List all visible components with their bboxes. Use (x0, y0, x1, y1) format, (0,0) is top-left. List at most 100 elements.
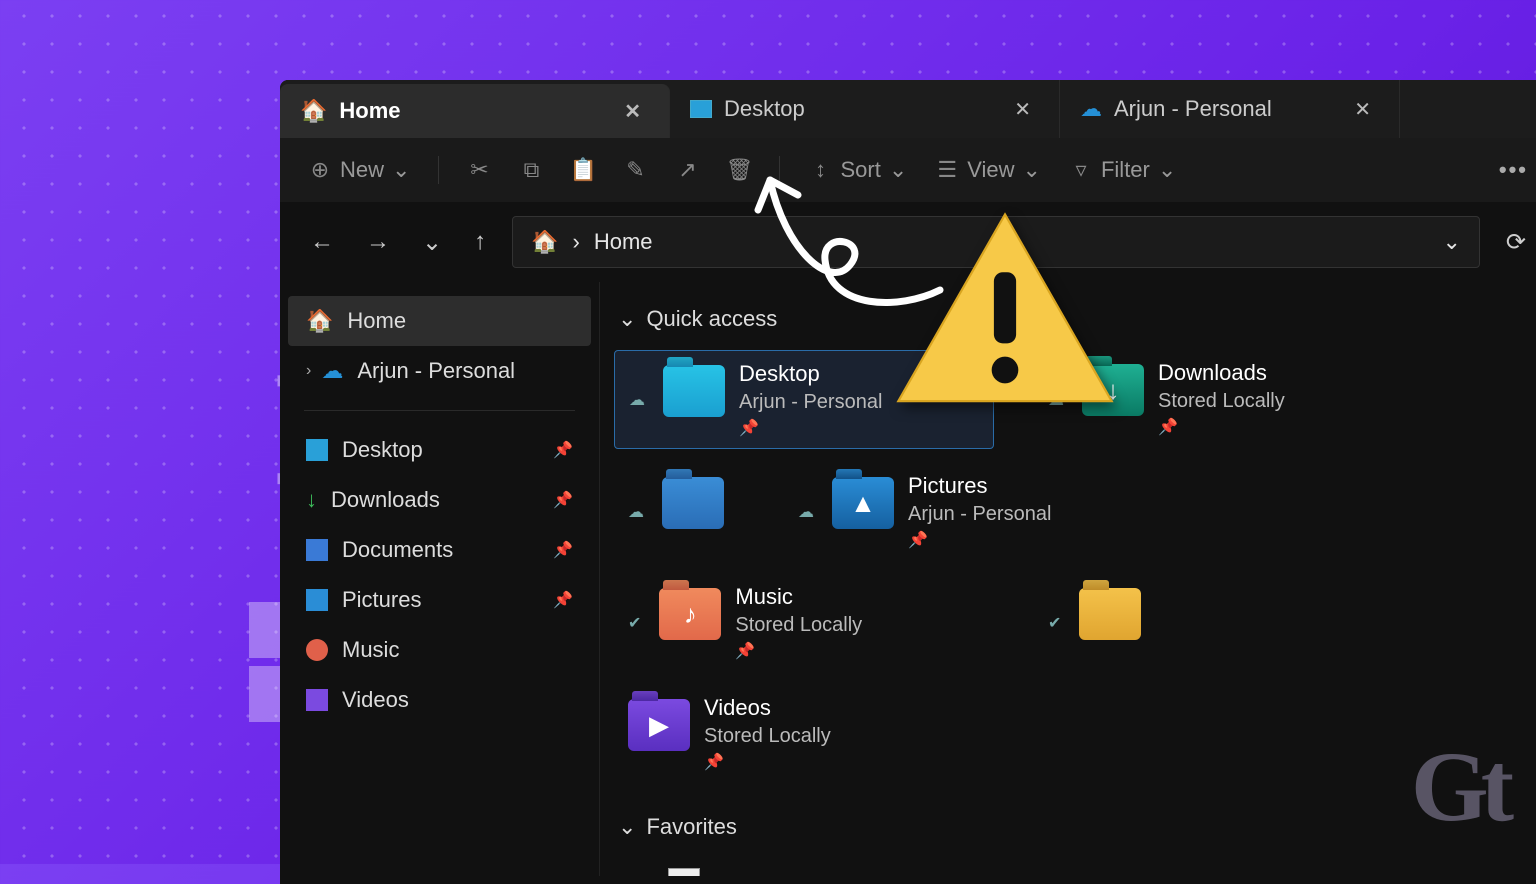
cut-icon[interactable]: ✂ (467, 158, 491, 182)
sidebar-item-home[interactable]: 🏠 Home (288, 296, 591, 346)
sidebar-item-label: Documents (342, 537, 453, 563)
close-tab-icon[interactable]: ✕ (1006, 93, 1039, 126)
tile-name: Music (735, 584, 862, 610)
home-icon: 🏠 (306, 308, 333, 334)
chevron-down-icon: ⌄ (1158, 157, 1176, 183)
sidebar-item-onedrive[interactable]: › ☁ Arjun - Personal (288, 346, 591, 396)
tile-name: Pictures (908, 473, 1051, 499)
paste-icon[interactable]: 📋 (571, 158, 595, 182)
filter-button[interactable]: ▿ Filter ⌄ (1069, 157, 1176, 183)
chevron-down-icon: ⌄ (1023, 157, 1041, 183)
pin-icon: 📌 (908, 530, 1051, 550)
pin-icon: 📌 (739, 418, 882, 438)
favorite-item[interactable]: ☁ Transcript and Degree (614, 858, 1536, 876)
close-tab-icon[interactable]: ✕ (1346, 93, 1379, 126)
recent-dropdown[interactable]: ⌄ (416, 222, 448, 263)
cloud-status-icon: ☁ (630, 875, 652, 876)
breadcrumb-separator: › (573, 229, 580, 255)
sync-status-icon: ✔ (628, 613, 641, 633)
copy-icon[interactable]: ⧉ (519, 158, 543, 182)
forward-button[interactable]: → (360, 222, 396, 262)
quick-access-tile[interactable]: ✔ (1034, 574, 1164, 671)
folder-icon (662, 477, 724, 529)
cloud-icon: ☁ (1080, 96, 1102, 122)
sidebar-item-pictures[interactable]: Pictures 📌 (288, 575, 591, 625)
chevron-right-icon[interactable]: › (306, 362, 311, 380)
pin-icon: 📌 (704, 752, 831, 772)
refresh-button[interactable]: ⟳ (1500, 222, 1532, 263)
favorite-name: Transcript and Degree (716, 875, 934, 876)
chevron-down-icon: ⌄ (618, 814, 636, 840)
home-icon: 🏠 (300, 98, 327, 124)
tab-label: Arjun - Personal (1114, 96, 1272, 122)
close-tab-icon[interactable]: ✕ (616, 95, 649, 128)
breadcrumb-location: Home (594, 229, 653, 255)
sync-status-icon: ☁ (629, 390, 645, 410)
sidebar-item-music[interactable]: Music (288, 625, 591, 675)
download-icon: ↓ (306, 487, 317, 513)
pin-icon: 📌 (553, 440, 573, 460)
warning-icon (890, 210, 1120, 410)
more-button[interactable]: ••• (1499, 157, 1528, 183)
desktop-icon (306, 439, 328, 461)
sidebar-item-documents[interactable]: Documents 📌 (288, 525, 591, 575)
quick-access-tile[interactable]: ☁ ▲ Pictures Arjun - Personal 📌 (784, 463, 1164, 560)
tab-bar: 🏠 Home ✕ Desktop ✕ ☁ Arjun - Personal ✕ (280, 80, 1536, 138)
sidebar-item-desktop[interactable]: Desktop 📌 (288, 425, 591, 475)
quick-access-tile[interactable]: ✔♪MusicStored Locally📌 (614, 574, 994, 671)
quick-access-tile[interactable]: ▶ Videos Stored Locally 📌 (614, 685, 994, 782)
up-button[interactable]: ↑ (468, 222, 492, 262)
new-label: New (340, 157, 384, 183)
view-label: View (967, 157, 1014, 183)
sidebar-item-label: Pictures (342, 587, 421, 613)
folder-icon: ▶ (628, 699, 690, 751)
music-icon (306, 639, 328, 661)
pin-icon: 📌 (553, 590, 573, 610)
sidebar-item-label: Arjun - Personal (357, 358, 515, 384)
tile-subtitle: Stored Locally (704, 725, 831, 748)
home-icon: 🏠 (531, 229, 558, 255)
tab-desktop[interactable]: Desktop ✕ (670, 80, 1060, 138)
cloud-icon: ☁ (321, 358, 343, 384)
pictures-icon (306, 589, 328, 611)
folder-icon (663, 365, 725, 417)
tab-label: Desktop (724, 96, 805, 122)
gt-watermark: Gt (1411, 729, 1506, 844)
tile-meta: DesktopArjun - Personal📌 (739, 361, 882, 438)
tab-onedrive[interactable]: ☁ Arjun - Personal ✕ (1060, 80, 1400, 138)
new-button[interactable]: ⊕ New ⌄ (308, 157, 410, 183)
separator (438, 156, 439, 184)
favorites-header[interactable]: ⌄ Favorites (614, 808, 1536, 858)
sidebar-item-label: Home (347, 308, 406, 334)
chevron-down-icon: ⌄ (618, 306, 636, 332)
chevron-down-icon[interactable]: ⌄ (1442, 229, 1460, 255)
tile-subtitle: Stored Locally (1158, 390, 1285, 413)
sync-status-icon: ☁ (798, 502, 814, 522)
divider (304, 410, 575, 411)
sidebar-item-label: Downloads (331, 487, 440, 513)
tab-label: Home (339, 98, 400, 124)
folder-icon: ♪ (659, 588, 721, 640)
tile-meta: Pictures Arjun - Personal 📌 (908, 473, 1051, 550)
pin-icon: 📌 (1158, 417, 1285, 437)
filter-icon: ▿ (1069, 158, 1093, 182)
sidebar-item-downloads[interactable]: ↓ Downloads 📌 (288, 475, 591, 525)
tile-meta: Downloads Stored Locally 📌 (1158, 360, 1285, 437)
tile-name: Downloads (1158, 360, 1285, 386)
chevron-down-icon: ⌄ (392, 157, 410, 183)
document-icon (668, 868, 700, 876)
pin-icon: 📌 (553, 490, 573, 510)
share-icon[interactable]: ↗ (675, 158, 699, 182)
section-title: Favorites (646, 814, 736, 840)
folder-icon: ▲ (832, 477, 894, 529)
tile-name: Videos (704, 695, 831, 721)
back-button[interactable]: ← (304, 222, 340, 262)
tab-home[interactable]: 🏠 Home ✕ (280, 84, 670, 138)
sidebar-item-videos[interactable]: Videos (288, 675, 591, 725)
tile-subtitle: Stored Locally (735, 614, 862, 637)
quick-access-tile[interactable]: ☁ (614, 463, 744, 560)
tile-subtitle: Arjun - Personal (908, 503, 1051, 526)
documents-icon (306, 539, 328, 561)
rename-icon[interactable]: ✎ (623, 158, 647, 182)
tile-meta: MusicStored Locally📌 (735, 584, 862, 661)
